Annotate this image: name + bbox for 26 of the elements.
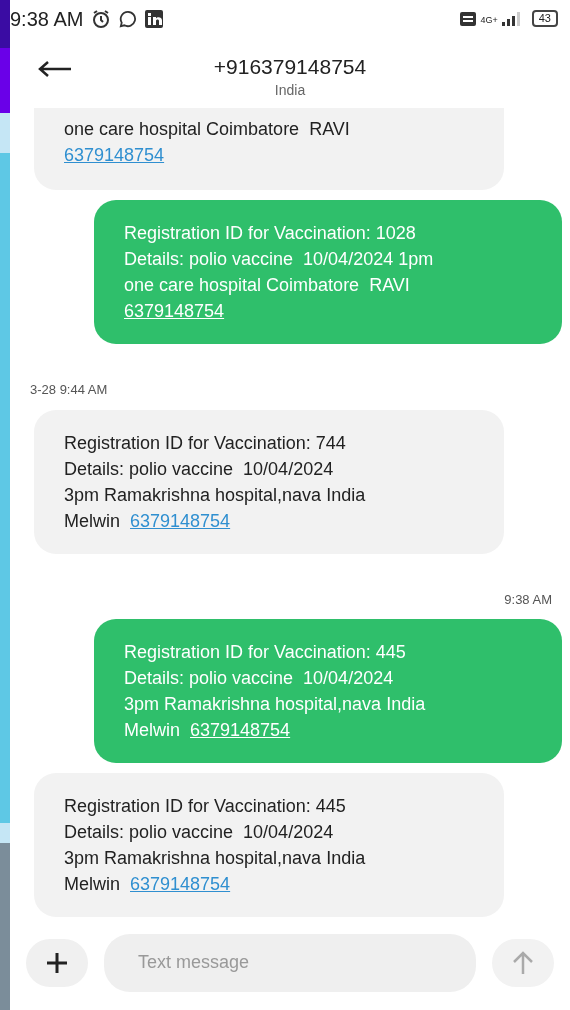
plus-icon [46,951,68,974]
battery-indicator: 43 [531,10,558,28]
chat-icon [119,10,138,28]
contact-title: +916379148754 [213,53,367,80]
app-icon [145,10,164,28]
status-time: 9:38 AM [10,7,84,32]
message-timestamp: 3-28 9:44 AM [30,381,109,400]
phone-link[interactable]: 6379148754 [190,720,291,741]
outgoing-message: Registration ID for Vaccination: 445 Details: polio vaccine 10/04/2024 3pm Ramakrishna hospital,nava India Melwin 6379148754 [94,619,562,764]
phone-link[interactable]: 6379148754 [130,874,231,895]
message-timestamp: 9:38 AM [504,591,552,609]
phone-link[interactable]: 6379148754 [124,301,225,322]
contact-subtitle: India [274,80,306,100]
volte-icon [460,12,477,26]
incoming-message: Registration ID for Vaccination: 744 Details: polio vaccine 10/04/2024 3pm Ramakrishna hospital,nava India Melwin 6379148754 [34,410,504,554]
outgoing-message: Registration ID for Vaccination: 1028 Details: polio vaccine 10/04/2024 1pm one care hospital Coimbatore RAVI 6379148754 [94,200,562,345]
up-arrow-icon [512,950,534,975]
incoming-message: one care hospital Coimbatore RAVI 6379148754 [34,108,504,191]
incoming-message: Registration ID for Vaccination: 445 Details: polio vaccine 10/04/2024 3pm Ramakrishna hospital,nava India Melwin 6379148754 [34,773,504,918]
back-icon[interactable] [38,59,72,78]
add-button[interactable] [26,938,88,987]
phone-link[interactable]: 6379148754 [130,511,231,531]
message-input[interactable]: Text message [104,933,476,992]
phone-link[interactable]: 6379148754 [64,145,165,166]
alarm-icon [91,9,112,29]
network-label: 4G+ [480,14,498,28]
